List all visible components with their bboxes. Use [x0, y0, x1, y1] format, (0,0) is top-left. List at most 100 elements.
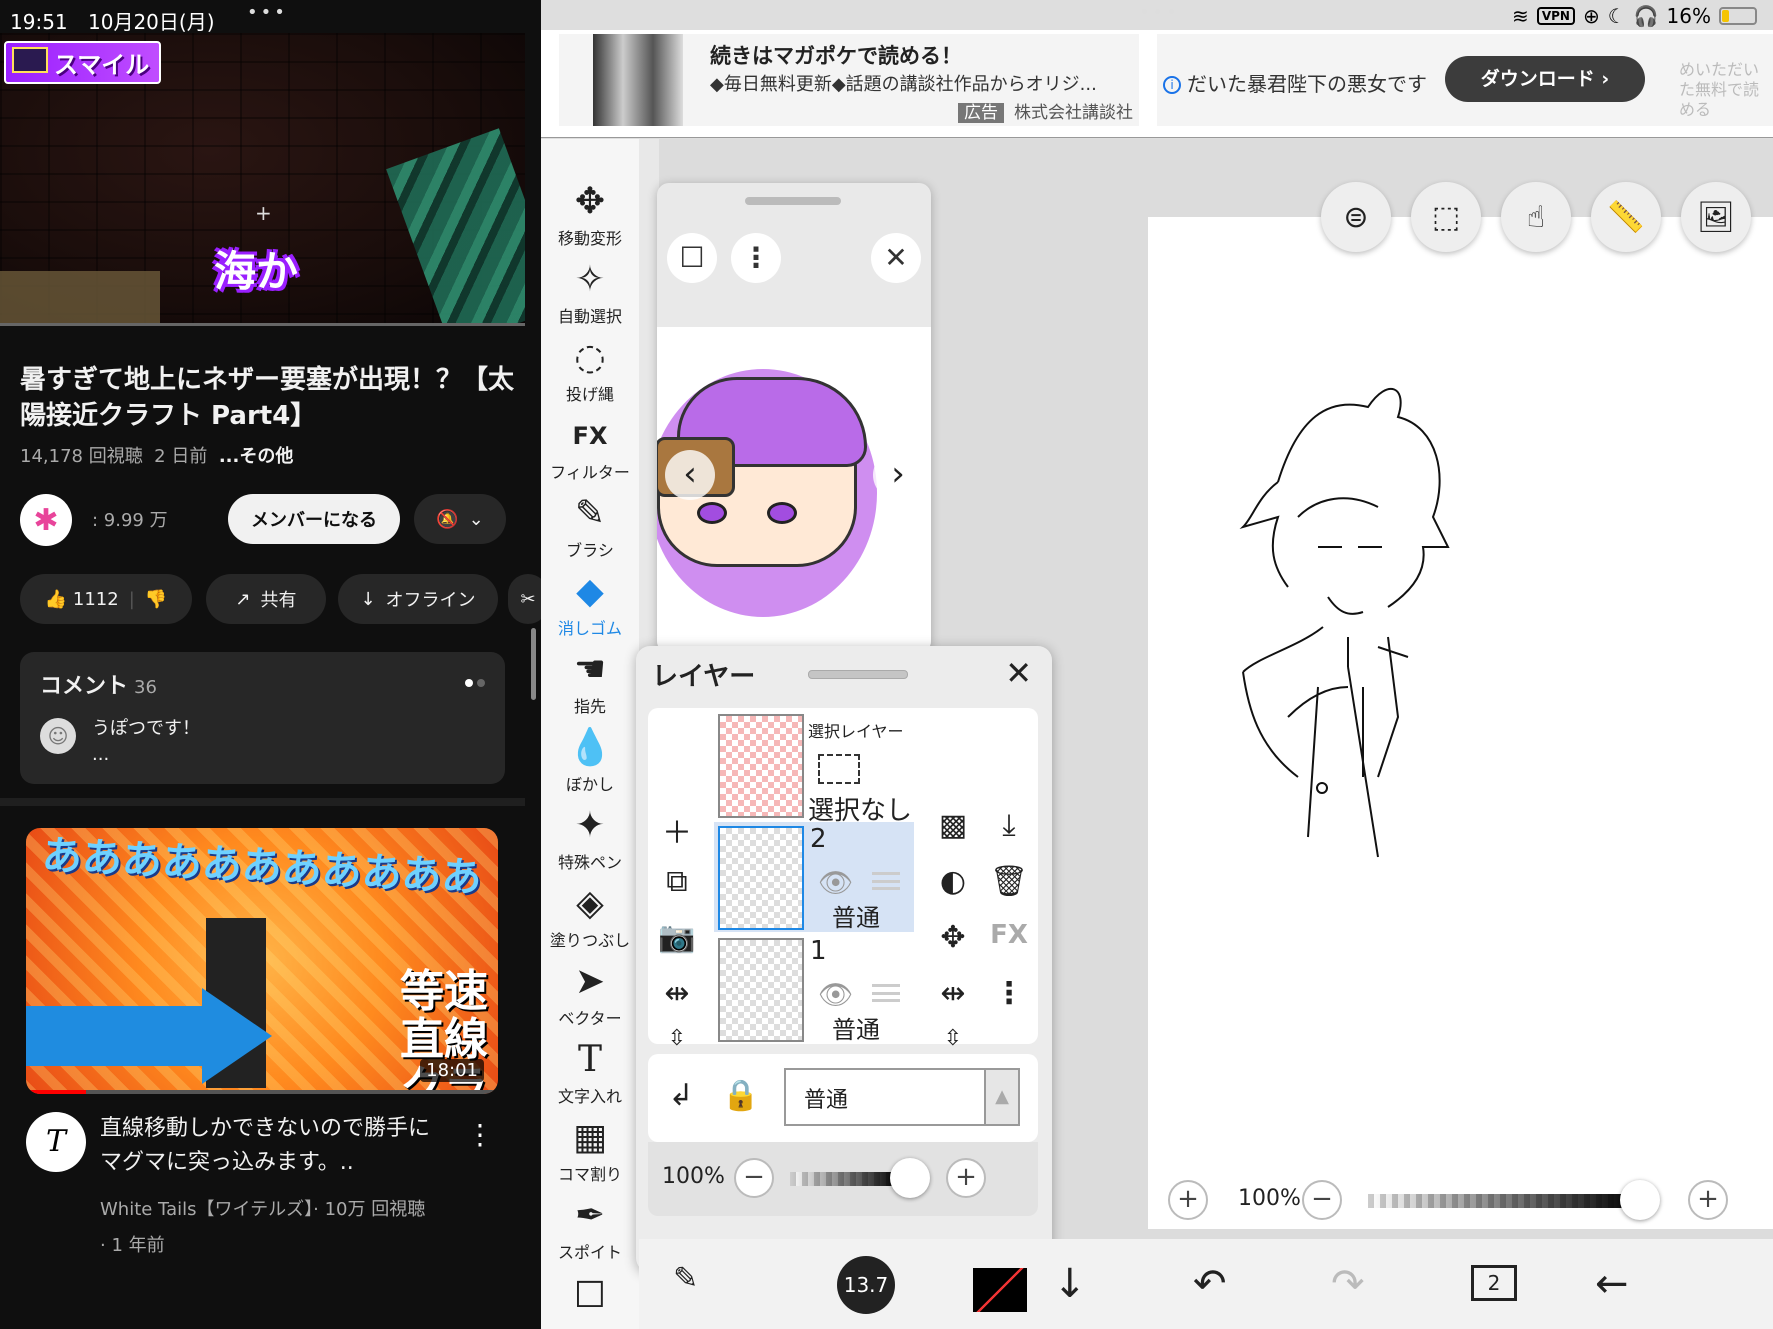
- tool-finger[interactable]: ☚ 指先: [541, 647, 639, 717]
- ad-left[interactable]: 続きはマガポケで読める！ ◆毎日無料更新◆話題の講談社作品からオリジ... 広告…: [559, 34, 1139, 126]
- toggle-button[interactable]: ⊜: [1321, 182, 1391, 252]
- next-channel-avatar[interactable]: T: [26, 1112, 86, 1172]
- status-date: 10月20日(月): [88, 10, 215, 34]
- tool-canvas[interactable]: ☐: [541, 1273, 639, 1319]
- ruler-button[interactable]: 📏: [1591, 182, 1661, 252]
- badge-icon: [12, 47, 48, 73]
- channel-avatar[interactable]: ✱: [20, 494, 72, 546]
- layer-row-1[interactable]: 1 👁 普通: [714, 934, 914, 1044]
- visibility-eye-icon[interactable]: 👁: [818, 866, 854, 899]
- comments-section[interactable]: コメント 36 ☺ うぽつです！ ...: [20, 652, 505, 784]
- brush-opacity-knob[interactable]: [1620, 1180, 1660, 1220]
- tool-vector[interactable]: ➤ ベクター: [541, 959, 639, 1029]
- reference-close-icon[interactable]: ✕: [871, 233, 921, 283]
- split-view-handle[interactable]: [531, 628, 536, 700]
- kebab-menu-icon[interactable]: ⋮: [466, 1118, 494, 1151]
- more-link[interactable]: ...その他: [219, 446, 294, 467]
- drawing-paper[interactable]: [1148, 217, 1773, 1229]
- add-layer-icon[interactable]: ＋: [652, 808, 702, 852]
- tool-auto-select[interactable]: ✧ 自動選択: [541, 257, 639, 327]
- pen-eraser-toggle-icon[interactable]: ✎: [673, 1261, 698, 1296]
- tool-blur[interactable]: 💧 ぼかし: [541, 725, 639, 795]
- tool-brush[interactable]: ✎ ブラシ: [541, 491, 639, 561]
- layer-row-2[interactable]: 2 👁 普通: [714, 822, 914, 932]
- zoom-plus-left-button[interactable]: +: [1168, 1180, 1208, 1220]
- multitask-dots-right[interactable]: •••: [1139, 2, 1180, 23]
- video-progress-bar[interactable]: [0, 323, 525, 326]
- zoom-level: 100%: [1238, 1186, 1301, 1211]
- opacity-plus-button[interactable]: +: [946, 1158, 986, 1198]
- merge-down-icon[interactable]: ⤓: [984, 808, 1034, 843]
- clip-arrow-icon[interactable]: ↲: [656, 1078, 706, 1113]
- ad-right[interactable]: i だいた暴君陛下の悪女です ダウンロード › めいただいた無料で読める: [1157, 34, 1773, 126]
- layer-panel-handle[interactable]: [808, 670, 908, 679]
- touch-button[interactable]: ☝: [1501, 182, 1571, 252]
- visibility-eye-icon[interactable]: 👁: [818, 978, 854, 1011]
- reference-prev-icon[interactable]: ‹: [665, 450, 715, 500]
- next-video-title[interactable]: 直線移動しかできないので勝手にマグマに突っ込みます。..: [100, 1112, 450, 1180]
- like-button[interactable]: 👍 1112: [45, 589, 119, 610]
- clipping-icon[interactable]: ◐: [928, 864, 978, 899]
- blend-mode-select[interactable]: 普通 ▲: [784, 1068, 1020, 1126]
- download-arrow-icon[interactable]: ↓: [1053, 1261, 1087, 1307]
- opacity-knob[interactable]: [890, 1158, 930, 1198]
- selection-layer-row[interactable]: 選択レイヤー 選択なし: [714, 710, 914, 826]
- layer-close-icon[interactable]: ✕: [1005, 654, 1032, 692]
- video-player[interactable]: スマイル + 海か: [0, 33, 525, 325]
- opacity-slider[interactable]: [790, 1172, 900, 1186]
- duplicate-layer-icon[interactable]: ⧉: [652, 864, 702, 899]
- layer-fx-icon[interactable]: FX: [984, 920, 1034, 950]
- notification-button[interactable]: 🔕 ⌄: [414, 494, 506, 544]
- redo-icon[interactable]: ↷: [1331, 1261, 1365, 1307]
- tool-eraser[interactable]: ◆ 消しゴム: [541, 569, 639, 639]
- wifi-icon: ≋: [1512, 4, 1529, 28]
- brush-opacity-slider[interactable]: [1368, 1194, 1638, 1208]
- back-arrow-icon[interactable]: ←: [1595, 1261, 1629, 1307]
- next-video-thumbnail[interactable]: あああああああああああ 等速直線クラフト 18:01: [26, 828, 498, 1094]
- reference-drag-handle[interactable]: [745, 197, 841, 205]
- move-icon: ✥: [574, 181, 606, 222]
- color-swatch[interactable]: [973, 1268, 1027, 1312]
- tool-text[interactable]: T 文字入れ: [541, 1037, 639, 1107]
- layer-drag-icon[interactable]: [872, 872, 900, 890]
- reference-panel[interactable]: ☐ ⋮ ✕: [657, 183, 931, 653]
- tool-fill[interactable]: ◈ 塗りつぶし: [541, 881, 639, 951]
- zoom-minus-button[interactable]: −: [1302, 1180, 1342, 1220]
- layer-more-icon[interactable]: ⋮: [984, 976, 1034, 1011]
- transparency-icon[interactable]: ▩: [928, 808, 978, 843]
- share-button[interactable]: ↗ 共有: [206, 574, 326, 624]
- layer-drag-icon[interactable]: [872, 984, 900, 1002]
- flip-horizontal-icon[interactable]: ⇹: [652, 976, 702, 1011]
- reference-window-button[interactable]: ☐: [667, 233, 717, 283]
- flip-vertical-icon[interactable]: ⇳: [652, 1026, 702, 1051]
- camera-icon[interactable]: 📷: [652, 920, 702, 955]
- tool-lasso[interactable]: ◌ 投げ縄: [541, 335, 639, 405]
- offline-button[interactable]: ↓ オフライン: [338, 574, 498, 624]
- reference-menu-icon[interactable]: ⋮: [731, 233, 781, 283]
- layer-flip-icon[interactable]: ⇹: [928, 976, 978, 1011]
- alpha-lock-icon[interactable]: 🔒: [716, 1078, 766, 1113]
- more-actions-button[interactable]: ✂: [508, 574, 541, 624]
- tool-eyedropper[interactable]: ✒ スポイト: [541, 1193, 639, 1263]
- download-button[interactable]: ダウンロード ›: [1445, 56, 1645, 102]
- brush-size-button[interactable]: 13.7: [837, 1256, 895, 1314]
- ad-info-icon[interactable]: i: [1163, 76, 1181, 94]
- layer-count-button[interactable]: 2: [1471, 1265, 1517, 1301]
- layer-flip-v-icon[interactable]: ⇳: [928, 1026, 978, 1051]
- opacity-minus-button[interactable]: −: [734, 1158, 774, 1198]
- tool-move-transform[interactable]: ✥ 移動変形: [541, 179, 639, 249]
- image-button[interactable]: 🖼: [1681, 182, 1751, 252]
- trash-icon[interactable]: 🗑: [984, 864, 1034, 899]
- tool-filter[interactable]: FX フィルター: [541, 413, 639, 483]
- tool-frame[interactable]: ▦ コマ割り: [541, 1115, 639, 1185]
- dislike-icon[interactable]: 👎: [145, 589, 167, 610]
- reference-next-icon[interactable]: ›: [873, 450, 923, 500]
- zoom-plus-button[interactable]: +: [1688, 1180, 1728, 1220]
- image-icon: 🖼: [1696, 199, 1736, 235]
- tool-special-pen[interactable]: ✦ 特殊ペン: [541, 803, 639, 873]
- selection-button[interactable]: ⬚: [1411, 182, 1481, 252]
- undo-icon[interactable]: ↶: [1193, 1261, 1227, 1307]
- multitask-dots-left[interactable]: •••: [247, 2, 288, 23]
- member-button[interactable]: メンバーになる: [228, 494, 400, 544]
- layer-move-icon[interactable]: ✥: [928, 920, 978, 955]
